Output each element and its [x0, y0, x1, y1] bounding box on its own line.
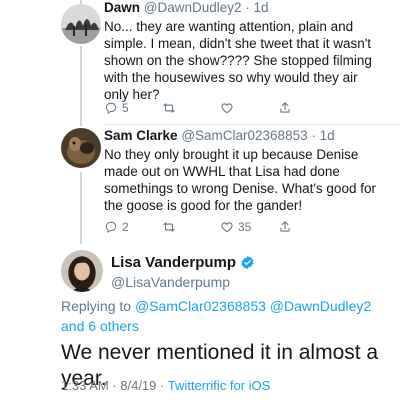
tweet-text: No... they are wanting attention, plain …	[104, 19, 372, 102]
others-link[interactable]: and 6 others	[61, 318, 139, 334]
author-name[interactable]: Dawn	[104, 0, 140, 15]
tweet-header: Dawn @DawnDudley2 · 1d	[104, 0, 390, 16]
like-button[interactable]	[220, 101, 278, 115]
retweet-icon	[163, 222, 175, 232]
author-handle[interactable]: @SamClar02368853	[181, 128, 307, 143]
share-icon	[280, 221, 290, 232]
like-icon	[221, 222, 233, 233]
reply-count: 2	[122, 220, 129, 234]
tweet-thread: Dawn @DawnDudley2 · 1d No... they are wa…	[0, 0, 400, 400]
tweet-time: · 1d	[311, 128, 335, 143]
author-handle[interactable]: @DawnDudley2	[144, 0, 242, 15]
tweet-body: Dawn @DawnDudley2 · 1d No... they are wa…	[104, 0, 390, 103]
avatar[interactable]	[61, 250, 103, 292]
reply-button[interactable]: 5	[104, 101, 162, 115]
tweet-header: Sam Clarke @SamClar02368853 · 1d	[104, 128, 390, 144]
main-tweet: Lisa Vanderpump @LisaVanderpump Replying…	[0, 248, 400, 400]
tweet-body: Sam Clarke @SamClar02368853 · 1d No they…	[104, 128, 390, 214]
client-link[interactable]: Twitterrific for iOS	[168, 378, 271, 393]
retweet-button[interactable]	[162, 101, 220, 115]
mention-link[interactable]: @SamClar02368853	[135, 298, 266, 314]
tweet-time: · 1d	[245, 0, 269, 15]
share-icon	[280, 102, 290, 113]
retweet-button[interactable]	[162, 220, 220, 234]
reply-icon	[105, 221, 117, 233]
tweet-actions: 5	[104, 101, 364, 115]
mention-link[interactable]: @DawnDudley2	[270, 298, 371, 314]
share-button[interactable]	[278, 220, 292, 234]
author-handle[interactable]: @LisaVanderpump	[111, 274, 255, 290]
like-count: 35	[238, 220, 252, 234]
retweet-icon	[163, 103, 175, 113]
main-author[interactable]: Lisa Vanderpump @LisaVanderpump	[111, 254, 255, 290]
tweet-actions: 2 35	[104, 220, 364, 234]
verified-badge-icon	[241, 255, 254, 270]
replying-to: Replying to @SamClar02368853 @DawnDudley…	[61, 296, 381, 336]
tweet-text: No they only brought it up because Denis…	[104, 147, 376, 213]
author-name[interactable]: Sam Clarke	[104, 128, 178, 143]
reply-icon	[105, 102, 117, 114]
like-icon	[221, 103, 233, 114]
share-button[interactable]	[278, 101, 292, 115]
avatar[interactable]	[61, 4, 101, 44]
tweet-dawn[interactable]: Dawn @DawnDudley2 · 1d No... they are wa…	[0, 0, 400, 128]
reply-count: 5	[122, 101, 129, 115]
tweet-sam-clarke[interactable]: Sam Clarke @SamClar02368853 · 1d No they…	[0, 124, 400, 248]
tweet-timestamp: 1:33 AM · 8/4/19 ·	[61, 378, 168, 393]
like-button[interactable]: 35	[220, 220, 278, 234]
reply-button[interactable]: 2	[104, 220, 162, 234]
tweet-meta: 1:33 AM · 8/4/19 · Twitterrific for iOS	[61, 378, 270, 393]
avatar[interactable]	[61, 128, 101, 168]
replying-prefix: Replying to	[61, 298, 132, 314]
author-name[interactable]: Lisa Vanderpump	[111, 254, 236, 271]
